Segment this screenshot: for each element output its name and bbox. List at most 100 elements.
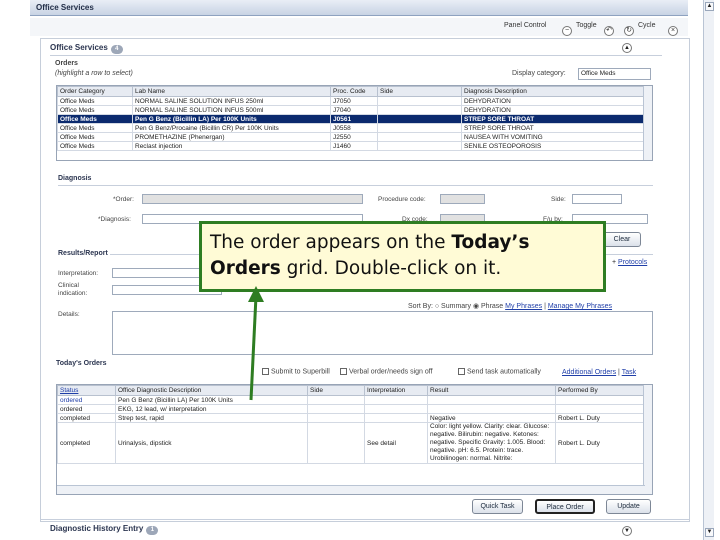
today-cell: ordered <box>57 404 116 414</box>
today-row[interactable]: ordered Pen G Benz (Bicillin LA) Per 100K… <box>57 395 644 405</box>
orders-cell: NORMAL SALINE SOLUTION INFUS 500ml <box>132 105 331 115</box>
orders-row[interactable]: Office Meds NORMAL SALINE SOLUTION INFUS … <box>57 96 644 106</box>
sort-summary-label: Summary <box>441 303 471 310</box>
results-title: Results/Report <box>58 250 108 257</box>
orders-row[interactable]: Office Meds Reclast injection J1460 SENILE … <box>57 141 644 151</box>
orders-cell: STREP SORE THROAT <box>461 123 644 133</box>
orders-cell: DEHYDRATION <box>461 96 644 106</box>
today-header-1[interactable]: Office Diagnostic Description <box>115 385 308 396</box>
orders-cell: Office Meds <box>57 96 133 106</box>
history-divider <box>40 519 690 520</box>
today-cell: Robert L. Duty <box>555 413 644 423</box>
orders-row[interactable]: Office Meds NORMAL SALINE SOLUTION INFUS … <box>57 105 644 115</box>
orders-cell: STREP SORE THROAT <box>461 114 644 124</box>
order-label: *Order: <box>113 196 134 203</box>
details-field[interactable] <box>112 311 653 355</box>
orders-grid-scrollbar[interactable] <box>643 86 652 160</box>
send-task-checkbox[interactable] <box>458 368 465 375</box>
office-services-badge: 4 <box>110 45 123 54</box>
orders-row[interactable]: Office Meds Pen G Benz/Procaine (Bicillin… <box>57 123 644 133</box>
today-cell: completed <box>57 413 116 423</box>
todays-orders-scrollbar[interactable] <box>643 385 652 494</box>
today-row[interactable]: completed Urinalysis, dipstick See detail C… <box>57 422 644 464</box>
orders-cell: NORMAL SALINE SOLUTION INFUS 250ml <box>132 96 331 106</box>
today-cell: EKG, 12 lead, w/ interpretation <box>115 404 308 414</box>
sort-phrase-radio[interactable]: ◉ <box>473 303 481 310</box>
orders-cell: Pen G Benz (Bicillin LA) Per 100K Units <box>132 114 331 124</box>
orders-cell <box>377 96 462 106</box>
collapse-up-icon[interactable]: ▲ <box>622 43 632 53</box>
today-cell: ordered <box>57 395 116 405</box>
verbal-order-checkbox[interactable] <box>340 368 347 375</box>
details-label: Details: <box>58 311 80 318</box>
clear-button[interactable]: Clear <box>603 232 641 247</box>
verbal-order-option[interactable]: Verbal order/needs sign off <box>340 368 433 375</box>
procedure-code-field[interactable] <box>440 194 485 204</box>
scroll-down-icon[interactable]: ▼ <box>705 528 714 537</box>
task-link[interactable]: Task <box>622 369 636 376</box>
history-title[interactable]: Diagnostic History Entry 1 <box>50 524 159 535</box>
diagnosis-title: Diagnosis <box>58 175 92 182</box>
office-services-title[interactable]: Office Services 4 <box>50 43 123 54</box>
history-title-text: Diagnostic History Entry <box>50 524 144 533</box>
orders-cell <box>377 105 462 115</box>
order-field[interactable] <box>142 194 363 204</box>
place-order-button[interactable]: Place Order <box>535 499 595 514</box>
orders-cell: J1460 <box>330 141 378 151</box>
orders-header-4[interactable]: Diagnosis Description <box>461 86 644 97</box>
callout-line1-plain: The order appears on the <box>210 232 452 253</box>
orders-row[interactable]: Office Meds Pen G Benz (Bicillin LA) Per … <box>57 114 644 124</box>
orders-header-0[interactable]: Order Category <box>57 86 133 97</box>
side-field[interactable] <box>572 194 622 204</box>
diagnosis-label: *Diagnosis: <box>98 216 131 223</box>
expand-down-icon[interactable]: ▼ <box>622 526 632 536</box>
orders-header-1[interactable]: Lab Name <box>132 86 331 97</box>
interpretation-label: Interpretation: <box>58 270 99 277</box>
callout-line-2: Orders grid. Double-click on it. <box>210 256 595 282</box>
verbal-order-label: Verbal order/needs sign off <box>349 368 433 376</box>
window-scrollbar[interactable]: ▲ ▼ <box>703 0 714 540</box>
today-header-3[interactable]: Interpretation <box>364 385 428 396</box>
send-task-option[interactable]: Send task automatically <box>458 368 541 375</box>
today-header-4[interactable]: Result <box>427 385 556 396</box>
todays-orders-grid[interactable]: Status Office Diagnostic Description Side I… <box>56 384 653 495</box>
protocols-link[interactable]: + Protocols <box>612 259 647 266</box>
procedure-code-label: Procedure code: <box>378 196 426 203</box>
orders-header-3[interactable]: Side <box>377 86 462 97</box>
today-row[interactable]: ordered EKG, 12 lead, w/ interpretation <box>57 404 644 414</box>
scroll-up-icon[interactable]: ▲ <box>705 2 714 11</box>
orders-cell: NAUSEA WITH VOMITING <box>461 132 644 142</box>
manage-my-phrases-link[interactable]: Manage My Phrases <box>548 303 612 310</box>
orders-grid[interactable]: Order Category Lab Name Proc. Code Side Diag… <box>56 85 653 161</box>
today-header-2[interactable]: Side <box>307 385 365 396</box>
today-cell: Urinalysis, dipstick <box>115 422 308 464</box>
todays-orders-title: Today's Orders <box>56 360 107 367</box>
today-cell: Strep test, rapid <box>115 413 308 423</box>
todays-orders-hscrollbar[interactable] <box>57 485 645 494</box>
today-cell <box>364 404 428 414</box>
today-cell <box>307 413 365 423</box>
my-phrases-link[interactable]: My Phrases <box>505 303 542 310</box>
clinical-indication-label: Clinical indication: <box>58 282 88 297</box>
display-category-select[interactable]: Office Meds <box>578 68 651 80</box>
additional-orders-link[interactable]: Additional Orders <box>562 369 616 376</box>
orders-cell: Office Meds <box>57 123 133 133</box>
orders-row[interactable]: Office Meds PROMETHAZINE (Phenergan) J2550… <box>57 132 644 142</box>
callout-line2-plain: grid. Double-click on it. <box>280 258 502 279</box>
today-row[interactable]: completed Strep test, rapid Negative Robert… <box>57 413 644 423</box>
today-header-5[interactable]: Performed By <box>555 385 644 396</box>
diagnosis-divider <box>58 185 653 186</box>
sort-phrase-label: Phrase <box>481 303 504 310</box>
orders-cell: J7040 <box>330 105 378 115</box>
orders-header-2[interactable]: Proc. Code <box>330 86 378 97</box>
todays-orders-links: Additional Orders | Task <box>562 369 637 376</box>
today-cell <box>555 404 644 414</box>
today-cell: Color: light yellow. Clarity: clear. Glu… <box>427 422 556 464</box>
quick-task-button[interactable]: Quick Task <box>472 499 523 514</box>
cycle-button[interactable]: Cycle <box>638 22 656 29</box>
toggle-button[interactable]: Toggle <box>576 22 597 29</box>
orders-hint: (highlight a row to select) <box>55 70 133 77</box>
today-header-0[interactable]: Status <box>57 385 116 396</box>
orders-cell <box>377 114 462 124</box>
update-button[interactable]: Update <box>606 499 651 514</box>
